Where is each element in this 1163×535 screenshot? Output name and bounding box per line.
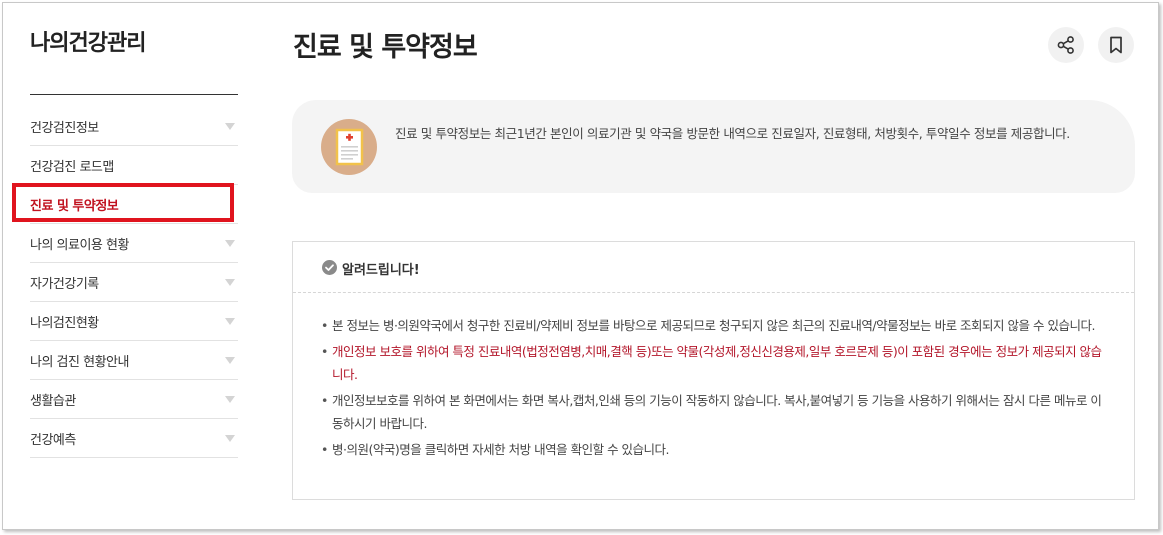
triangle-down-icon[interactable] bbox=[225, 357, 235, 364]
sidebar-item[interactable]: 나의 검진 현황안내 bbox=[30, 341, 238, 380]
sidebar-item[interactable]: 건강예측 bbox=[30, 419, 238, 458]
notice-header: 알려드립니다! bbox=[293, 242, 1134, 293]
sidebar-item[interactable]: 건강검진정보 bbox=[30, 107, 238, 146]
sidebar-item-label: 나의 의료이용 현황 bbox=[30, 238, 129, 253]
sidebar-item-label: 나의검진현황 bbox=[30, 316, 99, 331]
sidebar-menu: 건강검진정보건강검진 로드맵진료 및 투약정보나의 의료이용 현황자가건강기록나… bbox=[12, 107, 238, 458]
sidebar-item-label: 나의 검진 현황안내 bbox=[30, 355, 129, 370]
notice-item: 병·의원(약국)명을 클릭하면 자세한 처방 내역을 확인할 수 있습니다. bbox=[321, 438, 1107, 461]
info-box: 진료 및 투약정보는 최근1년간 본인이 의료기관 및 약국을 방문한 내역으로… bbox=[292, 100, 1135, 193]
sidebar-item[interactable]: 나의검진현황 bbox=[30, 302, 238, 341]
sidebar-item[interactable]: 건강검진 로드맵 bbox=[30, 146, 238, 185]
triangle-down-icon[interactable] bbox=[225, 123, 235, 130]
notice-list: 본 정보는 병·의원약국에서 청구한 진료비/약제비 정보를 바탕으로 제공되므… bbox=[321, 314, 1107, 464]
info-description: 진료 및 투약정보는 최근1년간 본인이 의료기관 및 약국을 방문한 내역으로… bbox=[395, 126, 1070, 141]
notice-title: 알려드립니다! bbox=[342, 263, 420, 278]
share-icon bbox=[1057, 36, 1074, 54]
sidebar-divider bbox=[30, 94, 238, 95]
triangle-down-icon[interactable] bbox=[225, 318, 235, 325]
sidebar-item-label: 자가건강기록 bbox=[30, 277, 99, 292]
sidebar-item-label: 생활습관 bbox=[30, 394, 76, 409]
notice-item: 본 정보는 병·의원약국에서 청구한 진료비/약제비 정보를 바탕으로 제공되므… bbox=[321, 314, 1107, 337]
sidebar-item-label: 건강검진정보 bbox=[30, 121, 99, 136]
sidebar-item-label: 건강검진 로드맵 bbox=[30, 160, 114, 175]
triangle-down-icon[interactable] bbox=[225, 435, 235, 442]
bookmark-button[interactable] bbox=[1098, 27, 1134, 63]
sidebar-item-label: 건강예측 bbox=[30, 433, 76, 448]
notice-box: 알려드립니다! 본 정보는 병·의원약국에서 청구한 진료비/약제비 정보를 바… bbox=[292, 241, 1135, 500]
notice-item: 개인정보 보호를 위하여 특정 진료내역(법정전염병,치매,결핵 등)또는 약물… bbox=[321, 340, 1107, 386]
triangle-down-icon[interactable] bbox=[225, 396, 235, 403]
sidebar-item[interactable]: 나의 의료이용 현황 bbox=[30, 224, 238, 263]
bookmark-icon bbox=[1110, 36, 1122, 54]
sidebar-item-label: 진료 및 투약정보 bbox=[30, 199, 119, 214]
triangle-down-icon[interactable] bbox=[225, 279, 235, 286]
sidebar-item[interactable]: 생활습관 bbox=[30, 380, 238, 419]
notice-item: 개인정보보호를 위하여 본 화면에서는 화면 복사,캡처,인쇄 등의 기능이 작… bbox=[321, 389, 1107, 435]
sidebar-title: 나의건강관리 bbox=[30, 31, 146, 56]
page-frame: 나의건강관리 건강검진정보 건강검진 로드맵 진료 및 투약정보 나의 의료이용 현황… bbox=[2, 2, 1159, 530]
sidebar-item[interactable]: 진료 및 투약정보 bbox=[12, 183, 238, 224]
medical-document-icon bbox=[320, 118, 378, 180]
sidebar-item[interactable]: 자가건강기록 bbox=[30, 263, 238, 302]
check-circle-icon bbox=[322, 260, 337, 275]
page-title: 진료 및 투약정보 bbox=[293, 32, 478, 63]
triangle-down-icon[interactable] bbox=[225, 240, 235, 247]
share-button[interactable] bbox=[1048, 27, 1084, 63]
